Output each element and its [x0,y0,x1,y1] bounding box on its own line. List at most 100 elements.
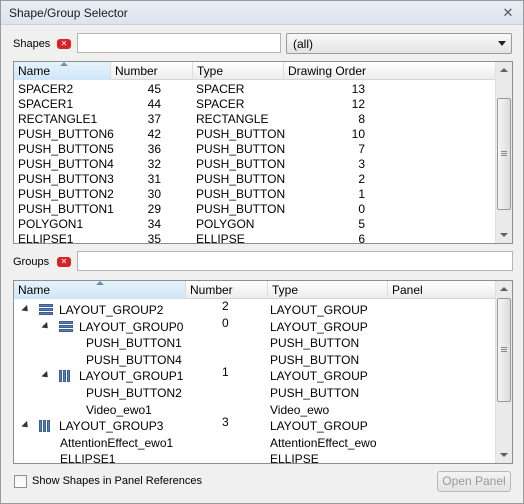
shape-number-cell: 34 [147,217,161,231]
shape-type-cell: PUSH_BUTTON [196,172,286,186]
tree-row[interactable]: ELLIPSE1 ELLIPSE [14,452,496,464]
shape-type-select-value: (all) [293,37,313,51]
table-row[interactable]: SPACER2 45 SPACER 13 [14,82,496,97]
groups-vertical-scrollbar[interactable] [495,281,512,463]
scroll-down-icon[interactable] [500,233,508,237]
sort-ascending-icon [96,281,105,285]
group-type-cell: PUSH_BUTTON [270,352,360,367]
tree-expand-icon[interactable] [41,371,51,381]
shapes-table[interactable]: Name Number Type Drawing Order SPACER2 45… [13,61,513,244]
table-row[interactable]: SPACER1 44 SPACER 12 [14,97,496,112]
tree-row[interactable]: Video_ewo1 Video_ewo [14,403,496,418]
table-row[interactable]: PUSH_BUTTON1 29 PUSH_BUTTON 0 [14,202,496,217]
sort-ascending-icon [60,62,69,66]
group-type-cell: PUSH_BUTTON [270,336,360,351]
table-row[interactable]: ELLIPSE1 35 ELLIPSE 6 [14,232,496,244]
scroll-up-icon[interactable] [500,287,508,291]
shape-type-select[interactable]: (all) [286,33,512,54]
shape-drawing-order-cell: 10 [351,127,365,141]
group-type-cell: PUSH_BUTTON [270,386,360,400]
group-name-cell: PUSH_BUTTON2 [86,386,182,400]
shape-name-cell: PUSH_BUTTON1 [18,202,114,216]
show-shapes-checkbox[interactable] [14,475,27,488]
shape-drawing-order-cell: 6 [358,232,365,244]
group-name-cell: LAYOUT_GROUP1 [79,369,184,384]
group-type-cell: LAYOUT_GROUP [270,319,368,334]
tree-row[interactable]: PUSH_BUTTON4 PUSH_BUTTON [14,353,496,368]
shape-name-cell: PUSH_BUTTON6 [18,127,114,141]
title-bar: Shape/Group Selector ✕ [1,1,523,25]
table-row[interactable]: PUSH_BUTTON6 42 PUSH_BUTTON 10 [14,127,496,142]
shapes-vertical-scrollbar[interactable] [495,62,512,243]
groups-tree-table[interactable]: Name Number Type Panel LAYOUT_GROUP2 2 LAY… [13,280,513,464]
table-row[interactable]: PUSH_BUTTON3 31 PUSH_BUTTON 2 [14,172,496,187]
shape-drawing-order-cell: 2 [358,172,365,186]
groups-col-panel[interactable]: Panel [388,281,496,299]
tree-row[interactable]: LAYOUT_GROUP0 0 LAYOUT_GROUP [14,316,496,335]
shape-drawing-order-cell: 3 [358,157,365,171]
groups-col-number[interactable]: Number [186,281,268,299]
groups-col-type[interactable]: Type [268,281,388,299]
tree-expand-icon[interactable] [41,321,51,331]
table-row[interactable]: POLYGON1 34 POLYGON 5 [14,217,496,232]
scroll-up-icon[interactable] [500,68,508,72]
group-type-cell: LAYOUT_GROUP [270,303,368,317]
show-shapes-label: Show Shapes in Panel References [32,475,202,487]
table-row[interactable]: RECTANGLE1 37 RECTANGLE 8 [14,112,496,127]
shape-name-cell: ELLIPSE1 [18,232,74,244]
tree-expand-icon[interactable] [21,421,31,431]
shapes-filter-input[interactable] [77,33,281,53]
tree-expand-icon[interactable] [21,304,31,315]
window-title: Shape/Group Selector [9,6,128,20]
shape-name-cell: PUSH_BUTTON3 [18,172,114,186]
group-type-cell: ELLIPSE [270,452,319,464]
shapes-col-type[interactable]: Type [193,62,284,80]
table-row[interactable]: PUSH_BUTTON5 36 PUSH_BUTTON 7 [14,142,496,157]
scroll-down-icon[interactable] [500,453,508,457]
tree-row[interactable]: AttentionEffect_ewo1 AttentionEffect_ewo [14,436,496,451]
group-type-cell: LAYOUT_GROUP [270,419,368,434]
group-name-cell: PUSH_BUTTON4 [86,352,182,367]
tree-row[interactable]: LAYOUT_GROUP1 1 LAYOUT_GROUP [14,365,496,384]
shape-name-cell: PUSH_BUTTON5 [18,142,114,156]
clear-shapes-filter-icon[interactable]: ✕ [57,39,71,49]
shape-name-cell: PUSH_BUTTON4 [18,157,114,171]
tree-row[interactable]: LAYOUT_GROUP3 3 LAYOUT_GROUP [14,415,496,434]
tree-row[interactable]: LAYOUT_GROUP2 2 LAYOUT_GROUP [14,299,496,318]
groups-label: Groups [13,256,50,268]
groups-col-name[interactable]: Name [14,281,186,299]
scroll-thumb[interactable] [497,98,511,210]
shape-name-cell: RECTANGLE1 [18,112,98,126]
tree-row[interactable]: PUSH_BUTTON2 PUSH_BUTTON [14,386,496,401]
layout-horizontal-icon [59,370,73,383]
close-icon[interactable]: ✕ [502,6,514,19]
groups-filter-input[interactable] [77,251,513,271]
shape-name-cell: PUSH_BUTTON2 [18,187,114,201]
table-row[interactable]: PUSH_BUTTON4 32 PUSH_BUTTON 3 [14,157,496,172]
shape-drawing-order-cell: 12 [351,97,365,111]
shapes-table-header: Name Number Type Drawing Order [14,62,496,80]
clear-groups-filter-icon[interactable]: ✕ [57,257,71,267]
tree-row[interactable]: PUSH_BUTTON1 PUSH_BUTTON [14,336,496,351]
scroll-thumb[interactable] [497,298,511,402]
group-number-cell: 3 [222,415,229,430]
shape-type-cell: PUSH_BUTTON [196,202,286,216]
chevron-down-icon [498,41,506,46]
shape-drawing-order-cell: 8 [358,112,365,126]
shape-name-cell: SPACER2 [18,82,74,96]
shapes-col-name[interactable]: Name [14,62,111,80]
table-row[interactable]: PUSH_BUTTON2 30 PUSH_BUTTON 1 [14,187,496,202]
grip-icon [501,151,507,156]
group-number-cell: 2 [222,299,229,313]
shapes-col-drawing-order[interactable]: Drawing Order [284,62,496,80]
shapes-col-number[interactable]: Number [111,62,193,80]
shape-type-cell: PUSH_BUTTON [196,127,286,141]
shape-number-cell: 32 [147,157,161,171]
open-panel-button[interactable]: Open Panel [437,471,511,492]
group-name-cell: LAYOUT_GROUP0 [79,319,184,334]
shape-type-cell: ELLIPSE [196,232,245,244]
shape-type-cell: SPACER [196,82,245,96]
group-type-cell: Video_ewo [270,402,330,417]
group-number-cell: 0 [222,315,229,330]
group-type-cell: AttentionEffect_ewo [270,435,377,450]
